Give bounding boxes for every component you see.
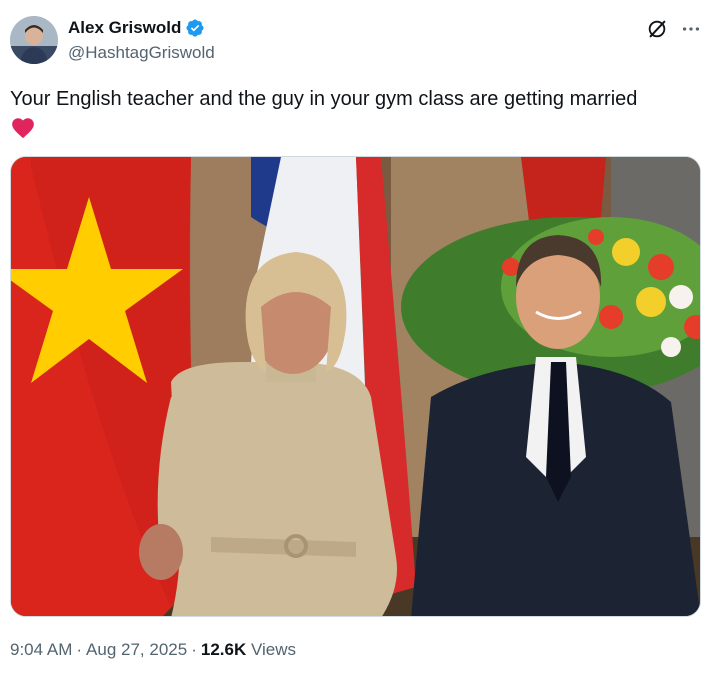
tweet-photo[interactable] [10, 156, 701, 617]
tweet-body: Your English teacher and the guy in your… [10, 88, 638, 110]
views-count: 12.6K [200, 640, 247, 659]
user-handle[interactable]: @HashtagGriswold [68, 43, 215, 63]
name-row: Alex Griswold [68, 18, 205, 38]
tweet-header: Alex Griswold @HashtagGriswold [10, 14, 702, 66]
photo-illustration [11, 157, 700, 616]
views-label: Views [250, 640, 297, 659]
tweet-text: Your English teacher and the guy in your… [10, 86, 700, 141]
tweet-time[interactable]: 9:04 AM [10, 640, 72, 659]
verified-badge-icon [185, 18, 205, 38]
meta-separator: · [76, 640, 83, 659]
more-icon[interactable] [680, 18, 702, 40]
avatar-image [10, 16, 58, 64]
avatar[interactable] [10, 16, 58, 64]
grok-icon[interactable] [646, 18, 668, 40]
tweet-meta: 9:04 AM · Aug 27, 2025 · 12.6K Views [10, 640, 296, 660]
heart-emoji-icon [10, 115, 36, 141]
display-name[interactable]: Alex Griswold [68, 18, 181, 38]
tweet-date[interactable]: Aug 27, 2025 [86, 640, 187, 659]
meta-separator: · [191, 640, 197, 659]
